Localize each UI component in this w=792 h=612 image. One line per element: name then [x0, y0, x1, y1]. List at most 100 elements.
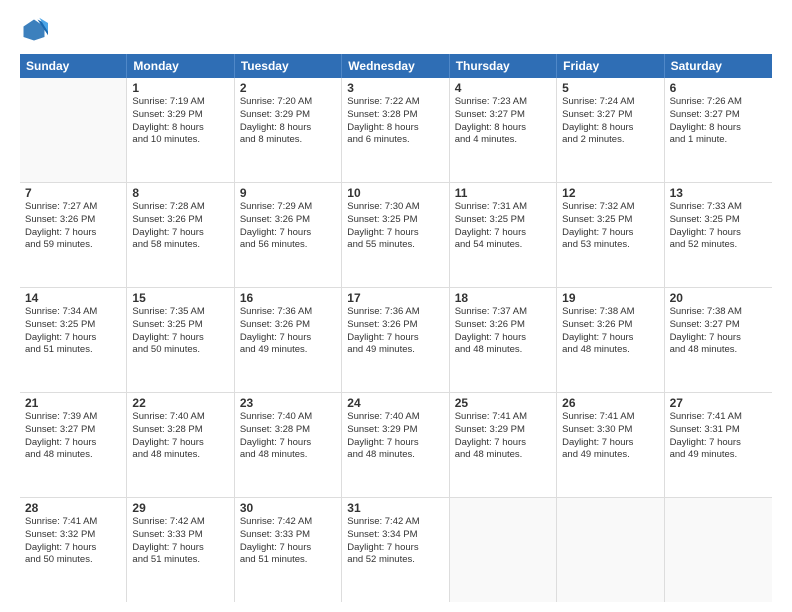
- cell-info-line: Sunset: 3:28 PM: [132, 424, 228, 437]
- cell-info-line: and 49 minutes.: [240, 344, 336, 357]
- cell-info-line: and 2 minutes.: [562, 134, 658, 147]
- calendar-week-5: 28Sunrise: 7:41 AMSunset: 3:32 PMDayligh…: [20, 498, 772, 602]
- cell-info-line: Sunrise: 7:37 AM: [455, 306, 551, 319]
- cell-info-line: Sunrise: 7:29 AM: [240, 201, 336, 214]
- calendar-week-3: 14Sunrise: 7:34 AMSunset: 3:25 PMDayligh…: [20, 288, 772, 393]
- calendar-day-23: 23Sunrise: 7:40 AMSunset: 3:28 PMDayligh…: [235, 393, 342, 497]
- day-number: 22: [132, 396, 228, 410]
- calendar-day-empty: [665, 498, 772, 602]
- calendar-day-20: 20Sunrise: 7:38 AMSunset: 3:27 PMDayligh…: [665, 288, 772, 392]
- calendar-day-7: 7Sunrise: 7:27 AMSunset: 3:26 PMDaylight…: [20, 183, 127, 287]
- day-number: 6: [670, 81, 767, 95]
- cell-info-line: and 50 minutes.: [132, 344, 228, 357]
- cell-info-line: and 58 minutes.: [132, 239, 228, 252]
- cell-info-line: Daylight: 7 hours: [132, 542, 228, 555]
- cell-info-line: Sunset: 3:33 PM: [240, 529, 336, 542]
- cell-info-line: Daylight: 7 hours: [240, 437, 336, 450]
- cell-info-line: and 1 minute.: [670, 134, 767, 147]
- calendar-day-12: 12Sunrise: 7:32 AMSunset: 3:25 PMDayligh…: [557, 183, 664, 287]
- cell-info-line: Sunset: 3:25 PM: [455, 214, 551, 227]
- calendar-week-4: 21Sunrise: 7:39 AMSunset: 3:27 PMDayligh…: [20, 393, 772, 498]
- cell-info-line: and 48 minutes.: [240, 449, 336, 462]
- header-day-saturday: Saturday: [665, 54, 772, 78]
- cell-info-line: and 53 minutes.: [562, 239, 658, 252]
- cell-info-line: Sunset: 3:28 PM: [240, 424, 336, 437]
- day-number: 28: [25, 501, 121, 515]
- cell-info-line: Sunrise: 7:19 AM: [132, 96, 228, 109]
- calendar-day-17: 17Sunrise: 7:36 AMSunset: 3:26 PMDayligh…: [342, 288, 449, 392]
- day-number: 18: [455, 291, 551, 305]
- header-day-wednesday: Wednesday: [342, 54, 449, 78]
- calendar-body: 1Sunrise: 7:19 AMSunset: 3:29 PMDaylight…: [20, 78, 772, 602]
- cell-info-line: Sunrise: 7:24 AM: [562, 96, 658, 109]
- cell-info-line: Sunrise: 7:40 AM: [240, 411, 336, 424]
- cell-info-line: Sunset: 3:31 PM: [670, 424, 767, 437]
- cell-info-line: Sunset: 3:30 PM: [562, 424, 658, 437]
- cell-info-line: Sunset: 3:26 PM: [25, 214, 121, 227]
- day-number: 27: [670, 396, 767, 410]
- cell-info-line: and 51 minutes.: [240, 554, 336, 567]
- calendar-day-18: 18Sunrise: 7:37 AMSunset: 3:26 PMDayligh…: [450, 288, 557, 392]
- day-number: 5: [562, 81, 658, 95]
- cell-info-line: Sunset: 3:26 PM: [132, 214, 228, 227]
- cell-info-line: Daylight: 7 hours: [455, 332, 551, 345]
- calendar-day-24: 24Sunrise: 7:40 AMSunset: 3:29 PMDayligh…: [342, 393, 449, 497]
- header-day-sunday: Sunday: [20, 54, 127, 78]
- calendar-day-31: 31Sunrise: 7:42 AMSunset: 3:34 PMDayligh…: [342, 498, 449, 602]
- cell-info-line: Sunrise: 7:33 AM: [670, 201, 767, 214]
- cell-info-line: Daylight: 8 hours: [132, 122, 228, 135]
- calendar-day-empty: [450, 498, 557, 602]
- day-number: 2: [240, 81, 336, 95]
- cell-info-line: and 6 minutes.: [347, 134, 443, 147]
- day-number: 24: [347, 396, 443, 410]
- logo-icon: [20, 16, 48, 44]
- cell-info-line: Sunset: 3:28 PM: [347, 109, 443, 122]
- cell-info-line: Sunrise: 7:41 AM: [562, 411, 658, 424]
- cell-info-line: Sunset: 3:34 PM: [347, 529, 443, 542]
- page-container: SundayMondayTuesdayWednesdayThursdayFrid…: [0, 0, 792, 612]
- cell-info-line: Daylight: 7 hours: [132, 437, 228, 450]
- cell-info-line: Daylight: 7 hours: [562, 437, 658, 450]
- cell-info-line: Sunrise: 7:38 AM: [562, 306, 658, 319]
- cell-info-line: and 48 minutes.: [670, 344, 767, 357]
- day-number: 21: [25, 396, 121, 410]
- cell-info-line: Sunrise: 7:32 AM: [562, 201, 658, 214]
- cell-info-line: Daylight: 8 hours: [455, 122, 551, 135]
- calendar-day-2: 2Sunrise: 7:20 AMSunset: 3:29 PMDaylight…: [235, 78, 342, 182]
- cell-info-line: Daylight: 7 hours: [25, 437, 121, 450]
- cell-info-line: and 48 minutes.: [25, 449, 121, 462]
- cell-info-line: Daylight: 7 hours: [347, 542, 443, 555]
- calendar-day-19: 19Sunrise: 7:38 AMSunset: 3:26 PMDayligh…: [557, 288, 664, 392]
- cell-info-line: Sunset: 3:33 PM: [132, 529, 228, 542]
- cell-info-line: Sunset: 3:27 PM: [25, 424, 121, 437]
- calendar-day-1: 1Sunrise: 7:19 AMSunset: 3:29 PMDaylight…: [127, 78, 234, 182]
- day-number: 23: [240, 396, 336, 410]
- cell-info-line: and 10 minutes.: [132, 134, 228, 147]
- cell-info-line: and 8 minutes.: [240, 134, 336, 147]
- cell-info-line: Sunset: 3:29 PM: [455, 424, 551, 437]
- calendar-day-3: 3Sunrise: 7:22 AMSunset: 3:28 PMDaylight…: [342, 78, 449, 182]
- cell-info-line: Sunset: 3:26 PM: [562, 319, 658, 332]
- cell-info-line: and 56 minutes.: [240, 239, 336, 252]
- day-number: 13: [670, 186, 767, 200]
- calendar-day-21: 21Sunrise: 7:39 AMSunset: 3:27 PMDayligh…: [20, 393, 127, 497]
- cell-info-line: Sunset: 3:26 PM: [240, 319, 336, 332]
- cell-info-line: and 52 minutes.: [347, 554, 443, 567]
- cell-info-line: Sunrise: 7:38 AM: [670, 306, 767, 319]
- calendar-week-1: 1Sunrise: 7:19 AMSunset: 3:29 PMDaylight…: [20, 78, 772, 183]
- cell-info-line: and 51 minutes.: [25, 344, 121, 357]
- cell-info-line: Sunrise: 7:40 AM: [347, 411, 443, 424]
- cell-info-line: Sunset: 3:25 PM: [25, 319, 121, 332]
- day-number: 25: [455, 396, 551, 410]
- logo: [20, 16, 52, 44]
- calendar-day-4: 4Sunrise: 7:23 AMSunset: 3:27 PMDaylight…: [450, 78, 557, 182]
- cell-info-line: Sunrise: 7:31 AM: [455, 201, 551, 214]
- calendar-day-15: 15Sunrise: 7:35 AMSunset: 3:25 PMDayligh…: [127, 288, 234, 392]
- day-number: 7: [25, 186, 121, 200]
- header: [20, 16, 772, 44]
- day-number: 12: [562, 186, 658, 200]
- day-number: 9: [240, 186, 336, 200]
- day-number: 16: [240, 291, 336, 305]
- cell-info-line: Sunset: 3:32 PM: [25, 529, 121, 542]
- cell-info-line: and 48 minutes.: [347, 449, 443, 462]
